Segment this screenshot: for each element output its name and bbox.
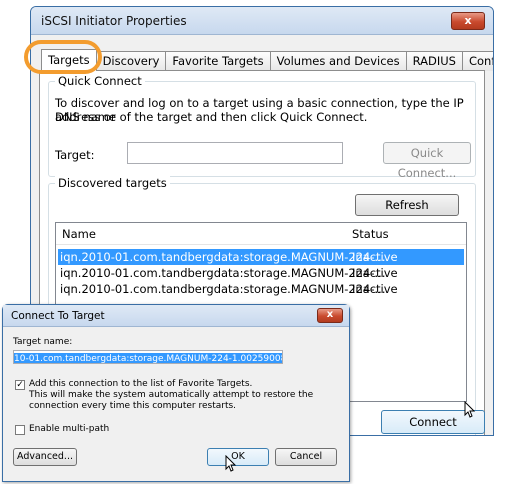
list-item[interactable]: iqn.2010-01.com.tandbergdata:storage.MAG… (58, 281, 464, 297)
favorite-checkbox[interactable]: ✓ (15, 380, 25, 390)
quick-connect-group-label: Quick Connect (55, 74, 145, 88)
target-name-field[interactable]: 10-01.com.tandbergdata:storage.MAGNUM-22… (13, 350, 283, 364)
target-name: iqn.2010-01.com.tandbergdata:storage.MAG… (60, 250, 386, 264)
close-button[interactable]: x (451, 12, 485, 30)
tab-strip: Targets Discovery Favorite Targets Volum… (41, 49, 493, 71)
favorite-desc-line1: This will make the system automatically … (29, 390, 314, 400)
column-name[interactable]: Name (62, 227, 96, 241)
multipath-checkbox-label: Enable multi-path (29, 424, 110, 434)
mouse-pointer-icon (225, 455, 237, 472)
target-status: Inactive (352, 250, 398, 264)
close-icon: x (326, 309, 334, 320)
list-header: Name Status (56, 223, 466, 245)
tab-favorite-targets[interactable]: Favorite Targets (165, 51, 271, 71)
discovered-targets-group-label: Discovered targets (55, 176, 170, 190)
dialog-close-button[interactable]: x (317, 308, 343, 323)
highlight-ring (24, 40, 102, 74)
quick-connect-button[interactable]: Quick Connect... (383, 142, 471, 180)
quick-connect-description-line2: DNS name of the target and then click Qu… (55, 110, 368, 124)
tab-radius[interactable]: RADIUS (405, 51, 463, 71)
tab-discovery[interactable]: Discovery (95, 51, 167, 71)
advanced-button[interactable]: Advanced... (13, 448, 77, 466)
target-label: Target: (55, 148, 95, 162)
target-name-value: 10-01.com.tandbergdata:storage.MAGNUM-22… (14, 353, 282, 363)
window-title: iSCSI Initiator Properties (41, 14, 187, 28)
tab-configuration[interactable]: Configuration (461, 51, 493, 71)
target-input[interactable] (127, 142, 343, 164)
target-status: Inactive (352, 266, 398, 280)
dialog-title-bar: Connect To Target x (3, 305, 349, 327)
multipath-checkbox[interactable] (15, 425, 25, 435)
close-icon: x (464, 14, 472, 27)
cancel-button[interactable]: Cancel (275, 448, 337, 466)
target-status: Inactive (352, 282, 398, 296)
favorite-desc-line2: connection every time this computer rest… (29, 401, 237, 411)
list-item[interactable]: iqn.2010-01.com.tandbergdata:storage.MAG… (58, 265, 464, 281)
target-name: iqn.2010-01.com.tandbergdata:storage.MAG… (60, 282, 386, 296)
quick-connect-group: Quick Connect To discover and log on to … (48, 74, 476, 180)
target-name-label: Target name: (13, 337, 73, 347)
target-name: iqn.2010-01.com.tandbergdata:storage.MAG… (60, 266, 386, 280)
connect-to-target-dialog: Connect To Target x Target name: 10-01.c… (2, 304, 350, 482)
mouse-pointer-icon (464, 401, 476, 418)
tab-volumes-and-devices[interactable]: Volumes and Devices (269, 51, 407, 71)
list-item[interactable]: iqn.2010-01.com.tandbergdata:storage.MAG… (58, 249, 464, 265)
ok-button[interactable]: OK (207, 448, 269, 466)
title-bar: iSCSI Initiator Properties x (31, 7, 493, 35)
refresh-button[interactable]: Refresh (355, 194, 459, 216)
favorite-checkbox-label: Add this connection to the list of Favor… (29, 379, 253, 389)
column-status[interactable]: Status (352, 227, 389, 241)
dialog-title: Connect To Target (11, 310, 105, 322)
